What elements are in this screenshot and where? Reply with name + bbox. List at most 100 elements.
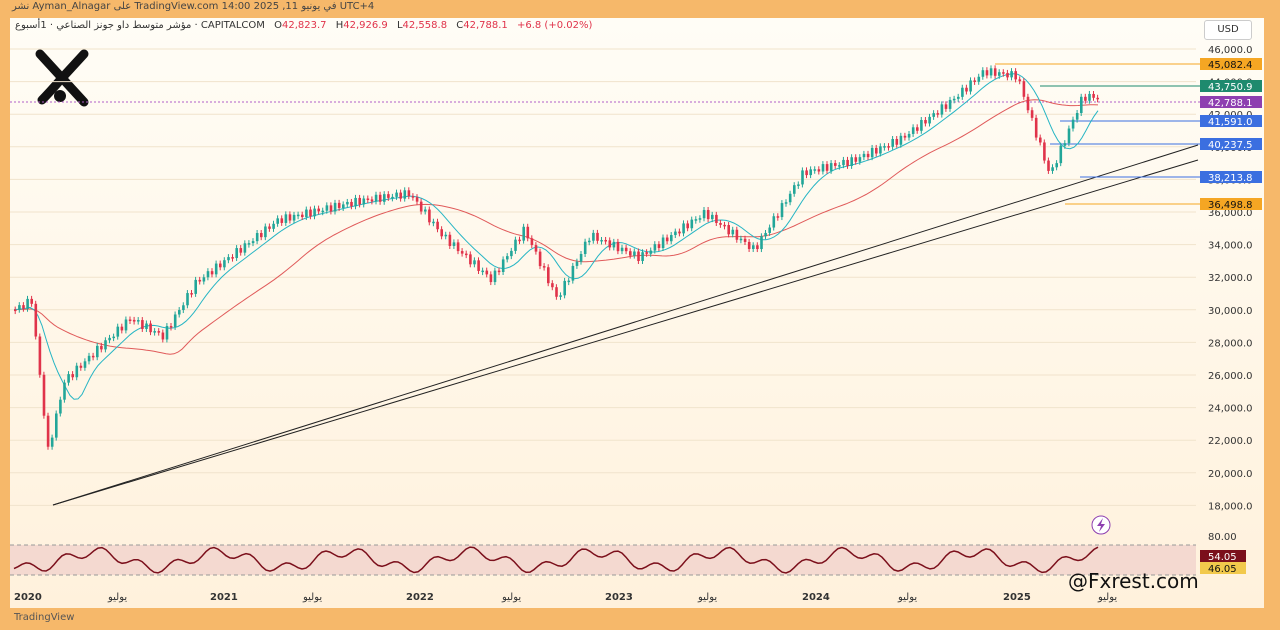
candle-body: [182, 305, 185, 311]
candle-body: [247, 243, 251, 245]
candle-body: [547, 267, 550, 284]
candle-body: [1075, 113, 1079, 120]
candle-body: [128, 319, 132, 322]
candle-body: [772, 216, 776, 228]
candle-body: [719, 222, 722, 225]
candle-body: [637, 251, 640, 261]
candle-body: [83, 361, 87, 368]
candle-body: [571, 265, 575, 281]
rsi-tag-label: 46.05: [1208, 564, 1237, 575]
candle-body: [391, 196, 394, 199]
candle-body: [670, 235, 673, 242]
candle-body: [194, 279, 197, 294]
candle-body: [440, 229, 443, 237]
candle-body: [1006, 72, 1009, 78]
price-tag-label: 41,591.0: [1208, 117, 1253, 128]
candle-body: [30, 298, 33, 304]
candle-body: [809, 169, 812, 176]
candle-body: [989, 68, 993, 76]
x-axis: 2020 يوليو 2021 يوليو 2022 يوليو 2023 يوليو 2024…: [14, 592, 1117, 603]
candle-body: [559, 295, 562, 297]
candle-body: [776, 216, 780, 218]
rsi-level-label: 80.00: [1208, 532, 1237, 543]
candle-body: [157, 331, 161, 333]
candle-body: [309, 209, 312, 217]
candle-body: [1026, 96, 1030, 111]
rsi-tag-label: 54.05: [1208, 552, 1237, 563]
candle-body: [489, 274, 493, 283]
candle-body: [797, 184, 800, 186]
candle-body: [350, 201, 353, 207]
candle-body: [264, 226, 267, 238]
candle-body: [842, 159, 845, 166]
candle-body: [296, 214, 300, 217]
candle-body: [735, 229, 739, 240]
candle-body: [469, 254, 472, 265]
moving-average-fast: [13, 73, 1099, 400]
candle-body: [784, 202, 788, 204]
candle-body: [879, 146, 882, 154]
x-tick-label: يوليو: [107, 592, 127, 603]
candle-body: [141, 320, 144, 329]
candle-body: [612, 241, 616, 248]
candle-body: [1063, 143, 1067, 146]
candle-body: [411, 196, 415, 198]
trendlines: [52, 144, 1199, 506]
candle-body: [378, 194, 382, 202]
candle-body: [251, 241, 255, 244]
y-tick-label: 26,000.0: [1208, 371, 1253, 382]
candle-body: [764, 232, 767, 237]
candle-body: [432, 221, 435, 224]
price-tag-label: 36,498.8: [1208, 200, 1253, 211]
candle-body: [686, 223, 689, 229]
candle-body: [1039, 137, 1042, 143]
candle-body: [665, 237, 669, 242]
candle-body: [940, 104, 944, 115]
candle-body: [284, 214, 288, 223]
price-chart-svg[interactable]: 46,000.044,000.042,000.040,000.038,000.0…: [0, 0, 1280, 630]
x-tick-label: يوليو: [501, 592, 521, 603]
candle-body: [698, 218, 702, 220]
candle-body: [178, 310, 181, 315]
candle-body: [592, 232, 595, 241]
candle-body: [190, 293, 193, 295]
candle-body: [579, 253, 583, 262]
y-tick-label: 20,000.0: [1208, 469, 1253, 480]
candle-body: [186, 293, 189, 306]
candle-body: [116, 326, 120, 337]
candle-body: [969, 80, 972, 92]
candle-body: [132, 319, 136, 322]
candle-body: [760, 236, 763, 250]
candle-body: [280, 218, 284, 223]
candle-body: [645, 252, 648, 254]
candle-body: [624, 247, 628, 252]
candle-body: [337, 202, 341, 208]
lightning-icon[interactable]: [1091, 515, 1111, 535]
candle-body: [928, 116, 931, 124]
candle-body: [477, 260, 480, 271]
candle-body: [1084, 96, 1087, 101]
price-tag-label: 40,237.5: [1208, 140, 1253, 151]
candle-body: [104, 340, 107, 350]
candle-body: [473, 260, 476, 265]
candle-body: [1010, 71, 1013, 78]
y-tick-label: 34,000.0: [1208, 241, 1253, 252]
candle-body: [993, 68, 997, 76]
candle-body: [276, 218, 279, 224]
candle-body: [600, 239, 603, 242]
candle-body: [854, 157, 858, 162]
candle-body: [895, 138, 899, 145]
candle-body: [706, 209, 710, 220]
candle-body: [551, 283, 554, 288]
candle-body: [1092, 93, 1095, 98]
x-tick-label: 2023: [605, 592, 633, 603]
candle-body: [788, 193, 792, 203]
candle-body: [1080, 96, 1083, 114]
candle-body: [727, 225, 730, 235]
candle-body: [38, 336, 42, 375]
candle-body: [1034, 117, 1038, 138]
candle-body: [239, 248, 243, 253]
candle-body: [756, 245, 759, 250]
candle-body: [18, 305, 21, 310]
candle-body: [1055, 163, 1058, 168]
